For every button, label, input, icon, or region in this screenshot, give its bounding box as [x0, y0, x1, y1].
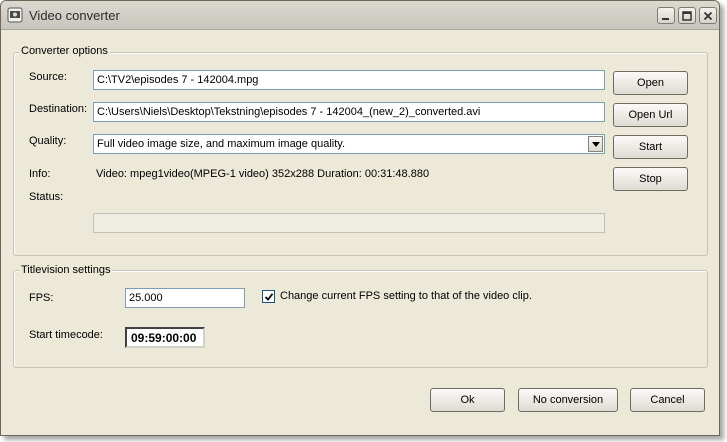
video-converter-window: Video converter Converter options Source…	[0, 0, 720, 436]
destination-label: Destination:	[29, 103, 88, 115]
close-button[interactable]	[699, 7, 717, 24]
start-timecode-label: Start timecode:	[29, 329, 103, 341]
quality-dropdown-button[interactable]	[588, 136, 603, 152]
quality-select[interactable]: Full video image size, and maximum image…	[93, 134, 605, 154]
maximize-button[interactable]	[678, 7, 696, 24]
destination-input[interactable]: C:\Users\Niels\Desktop\Tekstning\episode…	[93, 102, 605, 122]
no-conversion-button[interactable]: No conversion	[518, 388, 618, 412]
info-label: Info:	[29, 168, 51, 180]
close-icon	[703, 11, 713, 21]
chevron-down-icon	[592, 142, 600, 147]
source-input[interactable]: C:\TV2\episodes 7 - 142004.mpg	[93, 70, 605, 90]
open-url-button[interactable]: Open Url	[613, 103, 688, 127]
quality-label: Quality:	[29, 135, 67, 147]
info-value: Video: mpeg1video(MPEG-1 video) 352x288 …	[96, 168, 430, 180]
change-fps-label[interactable]: Change current FPS setting to that of th…	[280, 290, 532, 302]
ok-button[interactable]: Ok	[430, 388, 505, 412]
checkmark-icon	[264, 293, 274, 301]
start-button[interactable]: Start	[613, 135, 688, 159]
titlevision-settings-legend: Titlevision settings	[19, 264, 113, 276]
maximize-icon	[682, 11, 692, 21]
fps-input[interactable]: 25.000	[125, 288, 245, 308]
open-button[interactable]: Open	[613, 71, 688, 95]
status-label: Status:	[29, 191, 64, 203]
fps-label: FPS:	[29, 292, 54, 304]
start-timecode-input[interactable]: 09:59:00:00	[125, 327, 205, 348]
minimize-icon	[662, 18, 669, 20]
source-label: Source:	[29, 71, 67, 83]
status-progress-bar	[93, 213, 605, 233]
converter-options-legend: Converter options	[19, 45, 110, 57]
stop-button[interactable]: Stop	[613, 167, 688, 191]
cancel-button[interactable]: Cancel	[630, 388, 705, 412]
title-bar[interactable]: Video converter	[1, 1, 719, 30]
app-icon	[7, 7, 23, 23]
titlevision-settings-group	[13, 270, 708, 368]
quality-selected-value: Full video image size, and maximum image…	[97, 138, 346, 150]
minimize-button[interactable]	[657, 7, 675, 24]
change-fps-checkbox[interactable]	[262, 290, 275, 303]
window-title: Video converter	[29, 8, 120, 23]
